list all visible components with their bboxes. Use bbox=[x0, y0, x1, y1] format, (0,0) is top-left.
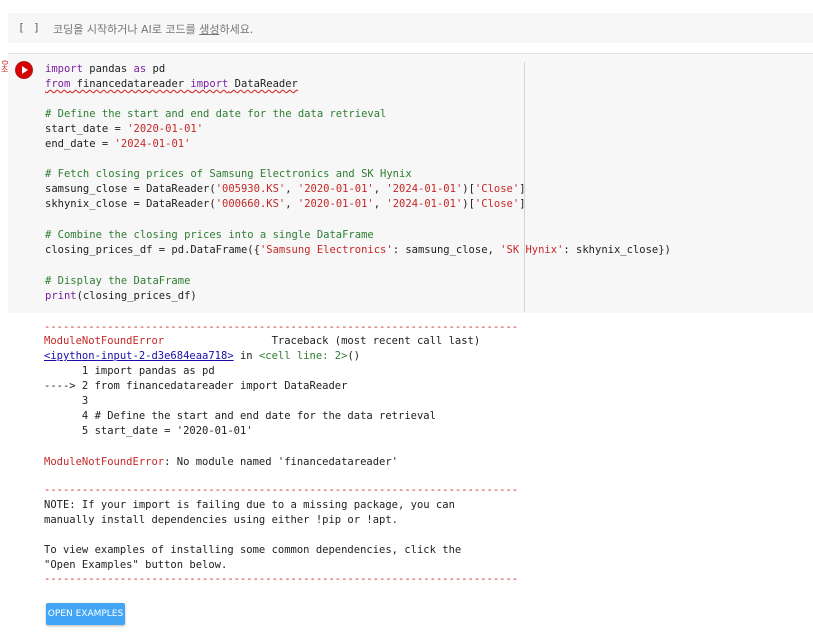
ipython-input-link[interactable]: <ipython-input-2-d3e684eaa718> bbox=[44, 350, 234, 362]
cell-brackets: [ ] bbox=[18, 21, 41, 34]
code-line-13: closing_prices_df = pd.DataFrame({'Samsu… bbox=[45, 244, 671, 256]
code-line-1: import pandas as pd bbox=[45, 63, 166, 75]
note-line-1: NOTE: If your import is failing due to a… bbox=[44, 499, 455, 511]
traceback-line-5: 5 start_date = '2020-01-01' bbox=[44, 425, 253, 437]
code-line-15: # Display the DataFrame bbox=[45, 275, 191, 287]
placeholder-text: 코딩을 시작하거나 AI로 코드를 bbox=[53, 23, 200, 36]
note-line-2: manually install dependencies using eith… bbox=[44, 514, 399, 526]
code-line-4: # Define the start and end date for the … bbox=[45, 108, 387, 120]
output-divider-2: ----------------------------------------… bbox=[44, 484, 519, 496]
output-divider-3: ----------------------------------------… bbox=[44, 573, 519, 585]
code-line-16: print(closing_prices_df) bbox=[45, 290, 197, 302]
placeholder-text-end: 하세요. bbox=[219, 23, 254, 36]
traceback-line-1: 1 import pandas as pd bbox=[44, 365, 215, 377]
generate-link[interactable]: 생성 bbox=[199, 23, 219, 36]
open-examples-button[interactable]: OPEN EXAMPLES bbox=[46, 603, 125, 625]
code-line-10: skhynix_close = DataReader('000660.KS', … bbox=[45, 198, 526, 210]
code-line-2: from financedatareader import DataReader bbox=[45, 78, 298, 90]
code-line-8: # Fetch closing prices of Samsung Electr… bbox=[45, 168, 412, 180]
code-line-12: # Combine the closing prices into a sing… bbox=[45, 229, 374, 241]
traceback-location: <ipython-input-2-d3e684eaa718> in <cell … bbox=[44, 350, 361, 362]
cell-placeholder[interactable]: 코딩을 시작하거나 AI로 코드를 생성하세요. bbox=[53, 21, 253, 37]
code-line-9: samsung_close = DataReader('005930.KS', … bbox=[45, 183, 526, 195]
error-header: ModuleNotFoundError Traceback (most rece… bbox=[44, 335, 481, 347]
run-cell-button[interactable] bbox=[16, 62, 32, 78]
code-line-5: start_date = '2020-01-01' bbox=[45, 123, 204, 135]
error-message: ModuleNotFoundError: No module named 'fi… bbox=[44, 456, 399, 468]
note-line-4: "Open Examples" button below. bbox=[44, 559, 228, 571]
traceback-line-2: ----> 2 from financedatareader import Da… bbox=[44, 380, 348, 392]
note-line-3: To view examples of installing some comm… bbox=[44, 544, 462, 556]
code-line-6: end_date = '2024-01-01' bbox=[45, 138, 191, 150]
output-divider: ----------------------------------------… bbox=[44, 321, 519, 333]
execution-status: 0초 bbox=[0, 60, 9, 74]
traceback-line-3: 3 bbox=[44, 395, 89, 407]
traceback-line-4: 4 # Define the start and end date for th… bbox=[44, 410, 436, 422]
empty-code-cell[interactable]: [ ] 코딩을 시작하거나 AI로 코드를 생성하세요. bbox=[8, 13, 813, 43]
